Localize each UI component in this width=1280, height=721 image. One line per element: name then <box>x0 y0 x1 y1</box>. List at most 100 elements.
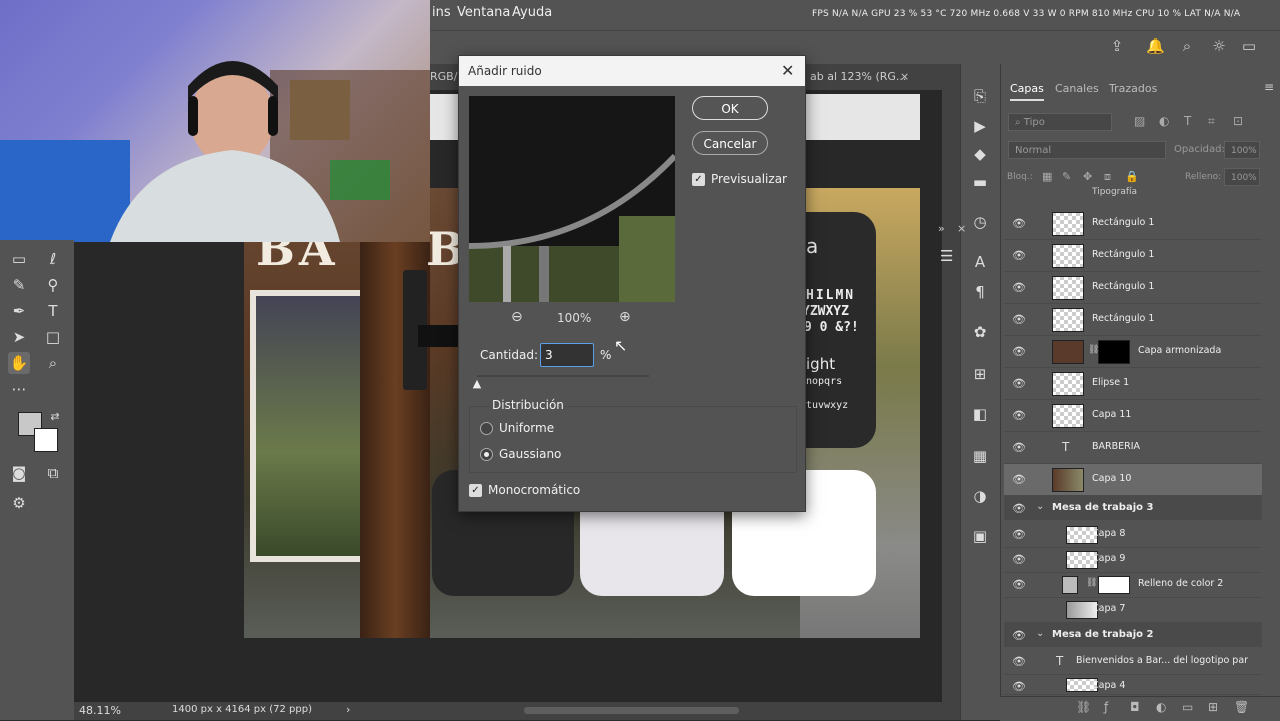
layer-style-fx-icon[interactable]: ƒ <box>1104 700 1108 714</box>
background-color-swatch[interactable] <box>34 428 58 452</box>
swap-colors-icon[interactable]: ⇄ <box>44 406 66 428</box>
properties-panel-icon[interactable]: ☰ <box>940 247 953 265</box>
layer-mask-thumbnail[interactable] <box>1098 340 1130 364</box>
layer-partial-top[interactable]: Tipografía <box>1092 187 1137 197</box>
layer-row[interactable]: 👁 T BARBERIA <box>1004 432 1262 464</box>
type-tool-icon[interactable]: T <box>42 300 64 322</box>
visibility-eye-icon[interactable]: 👁 <box>1012 473 1026 486</box>
discover-lightbulb-icon[interactable]: ☼ <box>1210 37 1228 55</box>
gradients-icon[interactable]: ◧ <box>970 404 990 424</box>
visibility-eye-icon[interactable]: 👁 <box>1012 409 1026 422</box>
layer-row[interactable]: 👁 Rectángulo 1 <box>1004 240 1262 272</box>
libraries-icon[interactable]: ▣ <box>970 526 990 546</box>
cancel-button[interactable]: Cancelar <box>692 131 768 155</box>
menu-item-ayuda[interactable]: Ayuda <box>512 5 552 20</box>
pen-tool-icon[interactable]: ✒ <box>8 300 30 322</box>
layer-row[interactable]: 👁 Capa 4 <box>1004 674 1262 695</box>
zoom-in-icon[interactable]: ⊕ <box>619 309 631 325</box>
color-palette-icon[interactable]: ✿ <box>970 322 990 342</box>
paragraph-panel-icon[interactable]: ¶ <box>970 282 990 302</box>
layer-row[interactable]: 👁 Elipse 1 <box>1004 368 1262 400</box>
workspace-icon[interactable]: ▭ <box>1240 37 1258 55</box>
lock-position-icon[interactable]: ✥ <box>1083 170 1092 183</box>
clone-stamp-tool-icon[interactable]: ⚲ <box>42 274 64 296</box>
close-panel-icon[interactable]: × <box>957 222 966 235</box>
character-panel-icon[interactable]: A <box>970 252 990 272</box>
rectangle-tool-icon[interactable]: □ <box>42 326 64 348</box>
history-clock-icon[interactable]: ◷ <box>970 212 990 232</box>
horizontal-scrollbar[interactable] <box>524 707 739 714</box>
visibility-eye-icon[interactable]: 👁 <box>1012 217 1026 230</box>
tab-document-2[interactable]: ab al 123% (RG... <box>810 70 906 83</box>
layer-row-selected[interactable]: 👁 Capa 10 <box>1004 464 1262 496</box>
quick-mask-icon[interactable]: ◙ <box>8 462 30 484</box>
history-panel-icon[interactable]: ⎘ <box>970 86 990 106</box>
filter-type-icon[interactable]: T <box>1184 114 1191 128</box>
dialog-titlebar[interactable]: Añadir ruido ✕ <box>459 56 805 86</box>
tab-paths[interactable]: Trazados <box>1109 82 1157 95</box>
visibility-eye-icon[interactable]: 👁 <box>1012 680 1026 693</box>
more-tools-icon[interactable]: ⋯ <box>8 378 30 400</box>
visibility-eye-icon[interactable]: 👁 <box>1012 655 1026 668</box>
visibility-eye-icon[interactable]: 👁 <box>1012 313 1026 326</box>
layer-row[interactable]: Capa 7 <box>1004 597 1262 623</box>
visibility-eye-icon[interactable]: 👁 <box>1012 502 1026 515</box>
ok-button[interactable]: OK <box>692 96 768 120</box>
menu-item-ins[interactable]: ins <box>432 5 451 20</box>
layer-row[interactable]: 👁 Rectángulo 1 <box>1004 272 1262 304</box>
lock-pixels-icon[interactable]: ✎ <box>1062 170 1071 183</box>
layer-row[interactable]: 👁 ⛓ Capa armonizada <box>1004 336 1262 368</box>
collapse-panel-icon[interactable]: » <box>938 222 945 235</box>
tab-channels[interactable]: Canales <box>1055 82 1099 95</box>
fill-field[interactable]: 100% <box>1224 168 1260 186</box>
zoom-level[interactable]: 48.11% <box>79 704 121 717</box>
tab-layers[interactable]: Capas <box>1010 82 1044 101</box>
visibility-eye-icon[interactable]: 👁 <box>1012 441 1026 454</box>
search-icon[interactable]: ⌕ <box>1178 37 1196 55</box>
visibility-eye-icon[interactable]: 👁 <box>1012 281 1026 294</box>
visibility-eye-icon[interactable]: 👁 <box>1012 629 1026 642</box>
layer-row[interactable]: 👁 Rectángulo 1 <box>1004 304 1262 336</box>
menu-item-ventana[interactable]: Ventana <box>457 5 510 20</box>
tab-close-icon[interactable]: × <box>900 70 909 83</box>
comments-icon[interactable]: ▬ <box>970 172 990 192</box>
new-group-icon[interactable]: ▭ <box>1182 700 1193 714</box>
layer-mask-thumbnail[interactable] <box>1098 576 1130 594</box>
lock-transparent-icon[interactable]: ▦ <box>1042 170 1052 183</box>
layer-row[interactable]: 👁 Rectángulo 1 <box>1004 208 1262 240</box>
panel-menu-icon[interactable]: ≡ <box>1264 80 1274 94</box>
move-tool-icon[interactable]: ➤ <box>8 326 30 348</box>
tab-document-1[interactable]: RGB/ <box>430 70 457 83</box>
actions-play-icon[interactable]: ▶ <box>970 116 990 136</box>
swatches-grid-icon[interactable]: ⊞ <box>970 364 990 384</box>
screen-mode-icon[interactable]: ⧉ <box>42 462 64 484</box>
lock-artboard-icon[interactable]: ⧈ <box>1104 170 1111 184</box>
layer-row[interactable]: 👁 Capa 9 <box>1004 547 1262 573</box>
lock-all-icon[interactable]: 🔒 <box>1125 170 1139 183</box>
status-arrow-icon[interactable]: › <box>346 703 350 716</box>
close-icon[interactable]: ✕ <box>781 61 794 80</box>
link-layers-icon[interactable]: ⛓ <box>1076 700 1091 714</box>
amount-slider-track[interactable] <box>477 375 649 377</box>
monochromatic-checkbox[interactable]: ✓ <box>469 484 482 497</box>
zoom-out-icon[interactable]: ⊖ <box>511 309 523 325</box>
layer-row[interactable]: 👁 Capa 11 <box>1004 400 1262 432</box>
plugins-icon[interactable]: ◆ <box>970 144 990 164</box>
edit-toolbar-icon[interactable]: ⚙ <box>8 492 30 514</box>
lasso-tool-icon[interactable]: ℓ <box>42 248 64 270</box>
adjustments-icon[interactable]: ◑ <box>970 486 990 506</box>
delete-layer-icon[interactable]: 🗑 <box>1234 700 1249 714</box>
chevron-down-icon[interactable]: ⌄ <box>1036 501 1044 512</box>
filter-shape-icon[interactable]: ⌗ <box>1208 114 1215 129</box>
notification-bell-icon[interactable]: 🔔 <box>1146 37 1165 55</box>
patterns-icon[interactable]: ▦ <box>970 446 990 466</box>
visibility-eye-icon[interactable]: 👁 <box>1012 528 1026 541</box>
visibility-eye-icon[interactable]: 👁 <box>1012 345 1026 358</box>
visibility-eye-icon[interactable]: 👁 <box>1012 553 1026 566</box>
zoom-tool-icon[interactable]: ⌕ <box>42 352 64 374</box>
uniform-radio[interactable] <box>480 422 493 435</box>
layer-filter-search[interactable]: ⌕ Tipo <box>1008 113 1112 131</box>
preview-checkbox[interactable]: ✓ <box>692 173 705 186</box>
blend-mode-select[interactable]: Normal <box>1008 141 1166 159</box>
amount-input[interactable]: 3 <box>540 343 594 367</box>
